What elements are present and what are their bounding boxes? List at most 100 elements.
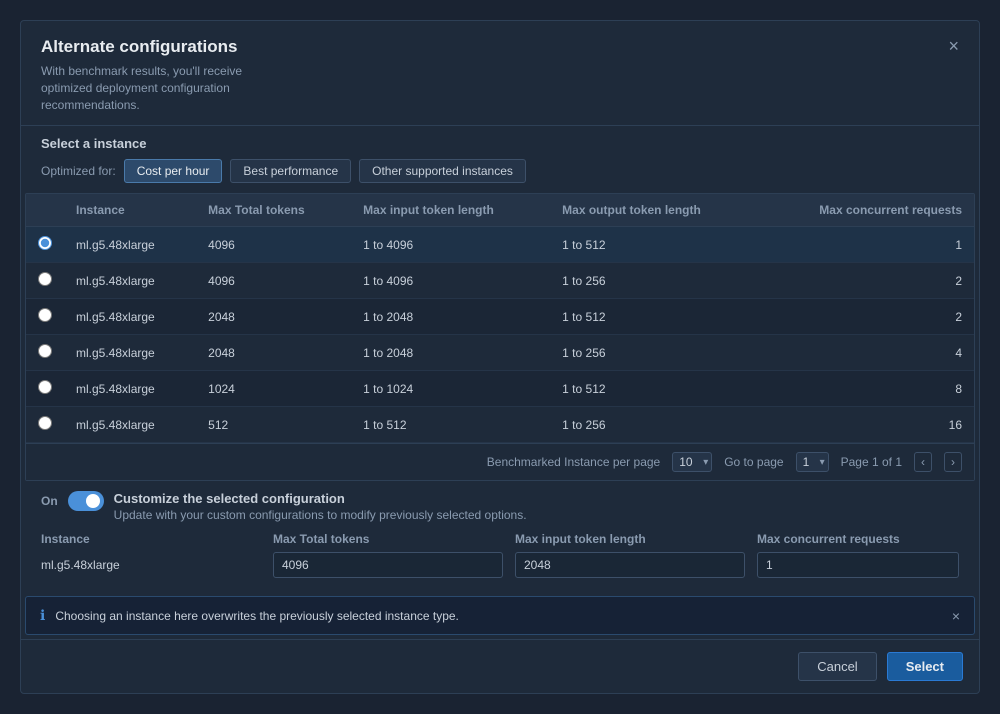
max-concurrent-cell: 2 — [759, 263, 974, 299]
table-row: ml.g5.48xlarge 1024 1 to 1024 1 to 512 8 — [26, 371, 974, 407]
select-button[interactable]: Select — [887, 652, 963, 681]
table-row: ml.g5.48xlarge 4096 1 to 4096 1 to 256 2 — [26, 263, 974, 299]
max-total-cell: 512 — [196, 407, 351, 443]
max-concurrent-cell: 16 — [759, 407, 974, 443]
max-total-cell: 4096 — [196, 263, 351, 299]
col-header-instance: Instance — [64, 194, 196, 227]
prev-page-button[interactable]: ‹ — [914, 452, 932, 472]
table-row: ml.g5.48xlarge 2048 1 to 2048 1 to 512 2 — [26, 299, 974, 335]
toggle-title: Customize the selected configuration — [114, 491, 527, 506]
instances-table: Instance Max Total tokens Max input toke… — [26, 194, 974, 443]
instance-name-cell: ml.g5.48xlarge — [64, 371, 196, 407]
instances-table-container: Instance Max Total tokens Max input toke… — [25, 193, 975, 481]
toggle-label-group: Customize the selected configuration Upd… — [114, 491, 527, 522]
per-page-select[interactable]: 10 25 50 — [672, 452, 712, 472]
alert-close-button[interactable]: × — [952, 608, 960, 624]
tab-cost-per-hour[interactable]: Cost per hour — [124, 159, 223, 183]
max-output-cell: 1 to 256 — [550, 263, 759, 299]
goto-label: Go to page — [724, 455, 783, 469]
table-header-row: Instance Max Total tokens Max input toke… — [26, 194, 974, 227]
max-concurrent-cell: 1 — [759, 227, 974, 263]
max-input-cell: 1 to 2048 — [351, 335, 550, 371]
max-output-cell: 1 to 512 — [550, 299, 759, 335]
radio-cell — [26, 299, 64, 335]
modal-header: Alternate configurations With benchmark … — [21, 21, 979, 126]
form-max-total-input[interactable] — [273, 552, 503, 578]
max-output-cell: 1 to 256 — [550, 335, 759, 371]
customize-toggle[interactable] — [68, 491, 104, 511]
form-max-input-input[interactable] — [515, 552, 745, 578]
instance-name-cell: ml.g5.48xlarge — [64, 263, 196, 299]
toggle-on-label: On — [41, 494, 58, 508]
toggle-row: On — [41, 491, 104, 511]
per-page-label: Benchmarked Instance per page — [487, 455, 660, 469]
instance-radio-1[interactable] — [38, 272, 52, 286]
cancel-button[interactable]: Cancel — [798, 652, 876, 681]
goto-page-select[interactable]: 1 — [796, 452, 829, 472]
max-concurrent-cell: 4 — [759, 335, 974, 371]
max-input-cell: 1 to 4096 — [351, 263, 550, 299]
radio-cell — [26, 335, 64, 371]
optimized-for-row: Optimized for: Cost per hour Best perfor… — [21, 155, 979, 193]
max-total-cell: 1024 — [196, 371, 351, 407]
form-col-max-concurrent-label: Max concurrent requests — [757, 532, 959, 546]
select-instance-label: Select a instance — [21, 126, 979, 155]
max-input-cell: 1 to 4096 — [351, 227, 550, 263]
goto-page-select-wrapper: 1 — [796, 452, 829, 472]
table-row: ml.g5.48xlarge 4096 1 to 4096 1 to 512 1 — [26, 227, 974, 263]
modal-title: Alternate configurations — [41, 37, 959, 57]
alternate-configurations-modal: Alternate configurations With benchmark … — [20, 20, 980, 694]
optimized-label: Optimized for: — [41, 164, 116, 178]
instance-radio-3[interactable] — [38, 344, 52, 358]
per-page-select-wrapper: 10 25 50 — [672, 452, 712, 472]
max-total-cell: 2048 — [196, 335, 351, 371]
max-input-cell: 1 to 512 — [351, 407, 550, 443]
custom-form: Instance Max Total tokens Max input toke… — [21, 532, 979, 588]
col-header-max-output: Max output token length — [550, 194, 759, 227]
instances-table-body: ml.g5.48xlarge 4096 1 to 4096 1 to 512 1… — [26, 227, 974, 443]
col-header-max-concurrent: Max concurrent requests — [759, 194, 974, 227]
tab-other-supported[interactable]: Other supported instances — [359, 159, 526, 183]
customize-toggle-section: On Customize the selected configuration … — [21, 481, 979, 532]
col-header-radio — [26, 194, 64, 227]
max-output-cell: 1 to 512 — [550, 227, 759, 263]
modal-close-button[interactable]: × — [942, 35, 965, 57]
col-header-max-total: Max Total tokens — [196, 194, 351, 227]
max-concurrent-cell: 8 — [759, 371, 974, 407]
pagination-row: Benchmarked Instance per page 10 25 50 G… — [26, 443, 974, 480]
max-output-cell: 1 to 256 — [550, 407, 759, 443]
alert-bar: ℹ Choosing an instance here overwrites t… — [25, 596, 975, 635]
instance-radio-4[interactable] — [38, 380, 52, 394]
page-info: Page 1 of 1 — [841, 455, 902, 469]
alert-message: Choosing an instance here overwrites the… — [55, 609, 459, 623]
instance-radio-2[interactable] — [38, 308, 52, 322]
max-total-cell: 4096 — [196, 227, 351, 263]
form-max-concurrent-input[interactable] — [757, 552, 959, 578]
table-row: ml.g5.48xlarge 2048 1 to 2048 1 to 256 4 — [26, 335, 974, 371]
modal-subtitle: With benchmark results, you'll receive o… — [41, 63, 281, 113]
max-concurrent-cell: 2 — [759, 299, 974, 335]
col-header-max-input: Max input token length — [351, 194, 550, 227]
radio-cell — [26, 407, 64, 443]
form-col-max-total-label: Max Total tokens — [273, 532, 503, 546]
form-col-max-input-label: Max input token length — [515, 532, 745, 546]
instance-name-cell: ml.g5.48xlarge — [64, 335, 196, 371]
instance-name-cell: ml.g5.48xlarge — [64, 299, 196, 335]
instance-name-cell: ml.g5.48xlarge — [64, 227, 196, 263]
modal-footer: Cancel Select — [21, 639, 979, 693]
radio-cell — [26, 263, 64, 299]
max-output-cell: 1 to 512 — [550, 371, 759, 407]
radio-cell — [26, 371, 64, 407]
instance-radio-0[interactable] — [38, 236, 52, 250]
tab-best-performance[interactable]: Best performance — [230, 159, 351, 183]
table-row: ml.g5.48xlarge 512 1 to 512 1 to 256 16 — [26, 407, 974, 443]
form-data-row: ml.g5.48xlarge — [41, 552, 959, 578]
form-col-instance-label: Instance — [41, 532, 261, 546]
toggle-thumb — [86, 494, 100, 508]
max-input-cell: 1 to 2048 — [351, 299, 550, 335]
next-page-button[interactable]: › — [944, 452, 962, 472]
toggle-desc: Update with your custom configurations t… — [114, 508, 527, 522]
instance-radio-5[interactable] — [38, 416, 52, 430]
radio-cell — [26, 227, 64, 263]
form-instance-name: ml.g5.48xlarge — [41, 558, 261, 572]
